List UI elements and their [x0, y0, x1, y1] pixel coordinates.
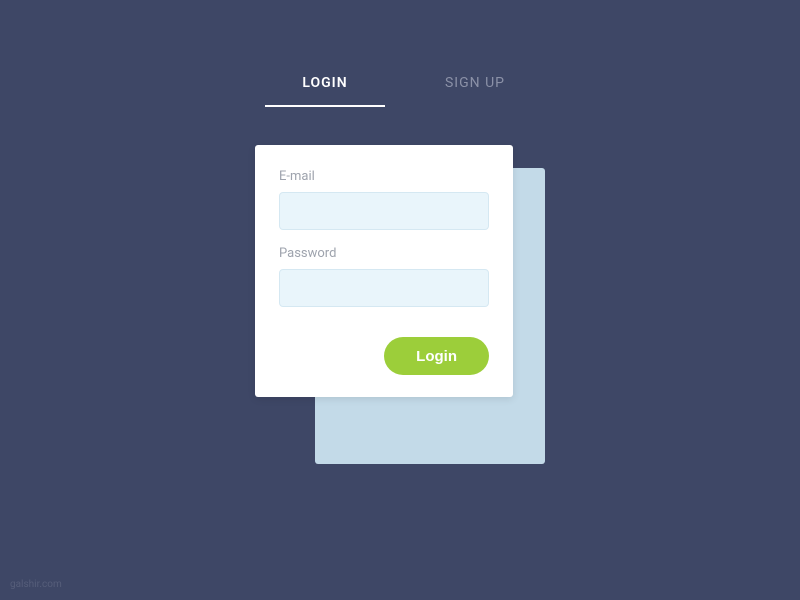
tab-login[interactable]: LOGIN [265, 75, 385, 107]
login-card: E-mail Password Login [255, 145, 513, 397]
login-container: LOGIN SIGN UP E-mail Password Login [0, 0, 800, 397]
email-field-group: E-mail [279, 169, 489, 230]
password-label: Password [279, 246, 489, 261]
button-row: Login [279, 337, 489, 375]
email-label: E-mail [279, 169, 489, 184]
auth-tabs: LOGIN SIGN UP [265, 75, 535, 107]
password-field[interactable] [279, 269, 489, 307]
password-field-group: Password [279, 246, 489, 307]
login-button[interactable]: Login [384, 337, 489, 375]
cards-wrapper: E-mail Password Login [255, 145, 545, 397]
email-field[interactable] [279, 192, 489, 230]
footer-credit: galshir.com [10, 579, 62, 590]
tab-signup[interactable]: SIGN UP [415, 75, 535, 107]
